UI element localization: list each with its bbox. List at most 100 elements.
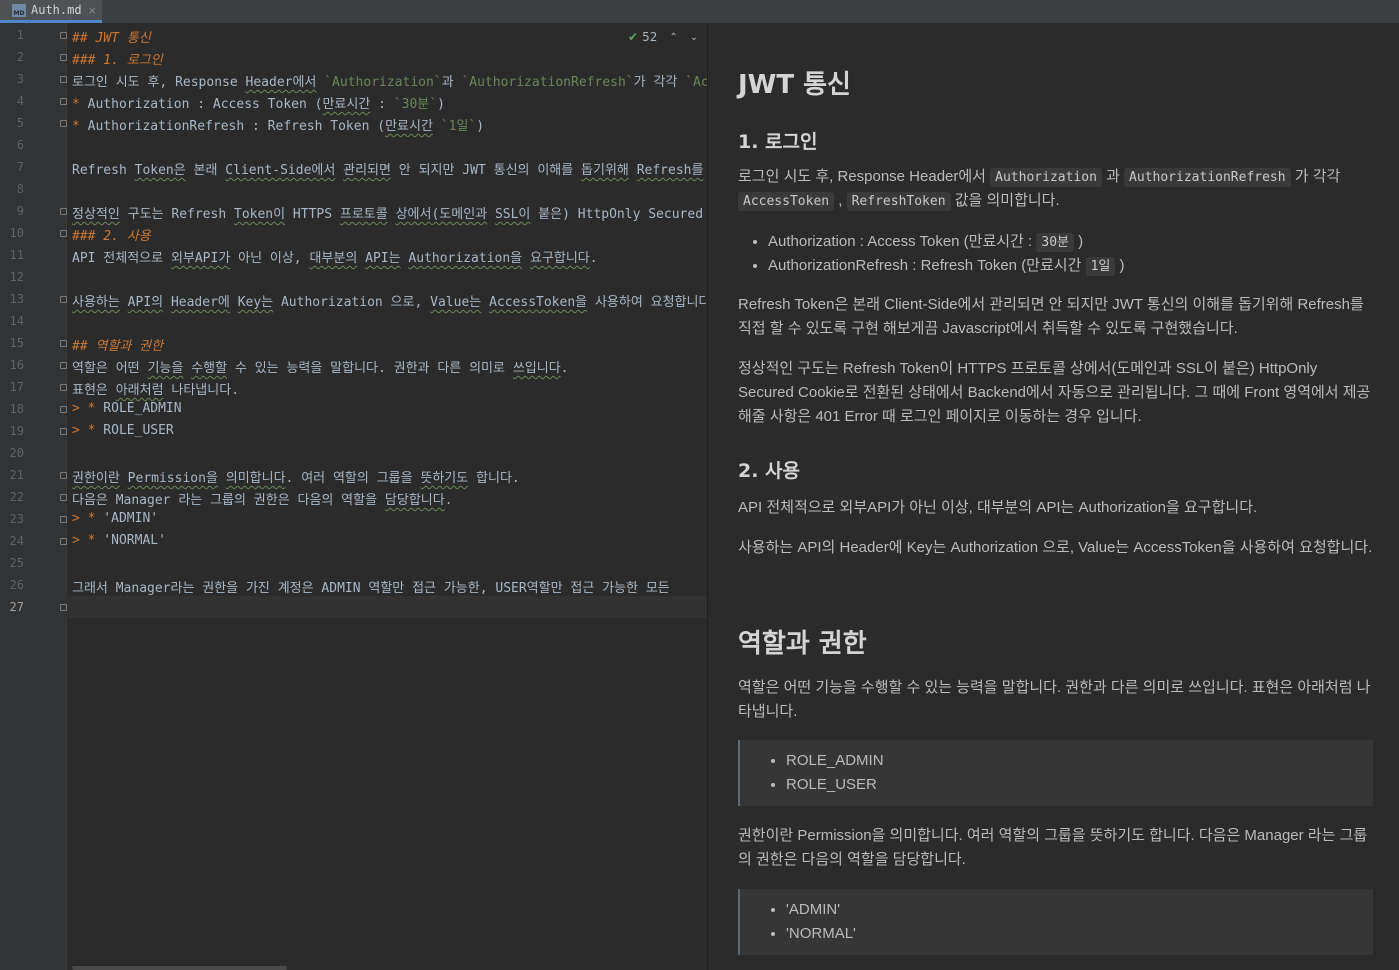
text-segment: )	[1115, 257, 1125, 274]
heading-use: 2. 사용	[738, 460, 801, 482]
line-number: 8	[16, 182, 24, 196]
fold-marker-icon[interactable]	[60, 340, 67, 347]
code-line[interactable]: Refresh Token은 본래 Client-Side에서 관리되면 안 되…	[72, 159, 707, 178]
code-line[interactable]: 로그인 시도 후, Response Header에서 `Authorizati…	[72, 71, 707, 90]
code-line[interactable]: 사용하는 API의 Header에 Key는 Authorization 으로,…	[72, 291, 707, 310]
fold-marker-icon[interactable]	[60, 538, 67, 545]
line-number: 14	[9, 314, 24, 328]
line-number: 15	[9, 336, 24, 350]
chevron-up-icon[interactable]: ⌃	[669, 32, 677, 43]
code-line[interactable]: ### 2. 사용	[72, 225, 151, 244]
text-segment: Authorization : Access Token (만료시간 :	[768, 233, 1037, 250]
list-item: AuthorizationRefresh : Refresh Token (만료…	[768, 254, 1399, 278]
fold-marker-icon[interactable]	[60, 296, 67, 303]
inspection-widget[interactable]: ✔ 52 ⌃ ⌄	[628, 30, 698, 44]
line-number: 27	[9, 600, 24, 614]
editor-tab-bar: MD Auth.md ×	[0, 0, 1399, 24]
login-list: Authorization : Access Token (만료시간 : 30분…	[738, 230, 1399, 278]
code-line[interactable]: ### 1. 로그인	[72, 49, 163, 68]
fold-marker-icon[interactable]	[60, 230, 67, 237]
fold-marker-icon[interactable]	[60, 362, 67, 369]
role-paragraph: 역할은 어떤 기능을 수행할 수 있는 능력을 말합니다. 권한과 다른 의미로…	[738, 679, 1371, 720]
text-segment: ,	[834, 192, 847, 209]
code-line[interactable]: > * ROLE_USER	[72, 423, 174, 438]
fold-marker-icon[interactable]	[60, 604, 67, 611]
close-icon[interactable]: ×	[88, 4, 97, 17]
horizontal-scrollbar[interactable]	[72, 966, 287, 970]
line-number: 6	[16, 138, 24, 152]
line-number: 23	[9, 512, 24, 526]
line-number: 25	[9, 556, 24, 570]
code-line[interactable]: API 전체적으로 외부API가 아닌 이상, 대부분의 API는 Author…	[72, 247, 598, 266]
code-line[interactable]: ## JWT 통신	[72, 27, 151, 46]
code-line[interactable]: 역할은 어떤 기능을 수행할 수 있는 능력을 말합니다. 권한과 다른 의미로…	[72, 357, 568, 376]
text-segment: 가 각각	[1290, 168, 1341, 185]
line-number: 26	[9, 578, 24, 592]
fold-marker-icon[interactable]	[60, 32, 67, 39]
tab-label: Auth.md	[31, 3, 82, 17]
line-number: 11	[9, 248, 24, 262]
heading-role: 역할과 권한	[738, 629, 867, 659]
fold-marker-icon[interactable]	[60, 516, 67, 523]
fold-marker-icon[interactable]	[60, 384, 67, 391]
line-number: 22	[9, 490, 24, 504]
inline-code: Authorization	[990, 168, 1102, 187]
heading-jwt: JWT 통신	[738, 70, 851, 100]
line-number: 4	[16, 94, 24, 108]
fold-marker-icon[interactable]	[60, 494, 67, 501]
tab-auth-md[interactable]: MD Auth.md ×	[0, 0, 102, 23]
code-line[interactable]: 표현은 아래처럼 나타냅니다.	[72, 379, 239, 398]
code-line[interactable]: > * 'ADMIN'	[72, 511, 158, 526]
inline-code: 1일	[1085, 257, 1116, 276]
line-number: 21	[9, 468, 24, 482]
code-line[interactable]: 권한이란 Permission을 의미합니다. 여러 역할의 그룹을 뜻하기도 …	[72, 467, 520, 486]
fold-marker-icon[interactable]	[60, 406, 67, 413]
login-paragraph: 로그인 시도 후, Response Header에서 Authorizatio…	[738, 165, 1373, 213]
permission-list: 'ADMIN' 'NORMAL'	[740, 898, 1373, 946]
secure-paragraph: 정상적인 구도는 Refresh Token이 HTTPS 프로토콜 상에서(도…	[738, 360, 1371, 425]
line-number: 7	[16, 160, 24, 174]
role-blockquote: ROLE_ADMIN ROLE_USER	[738, 740, 1373, 806]
code-line[interactable]: 다음은 Manager 라는 그룹의 권한은 다음의 역할을 담당합니다.	[72, 489, 453, 508]
line-number: 2	[16, 50, 24, 64]
code-line[interactable]: 정상적인 구도는 Refresh Token이 HTTPS 프로토콜 상에서(도…	[72, 203, 707, 222]
use-paragraph-1: API 전체적으로 외부API가 아닌 이상, 대부분의 API는 Author…	[738, 499, 1258, 516]
fold-marker-icon[interactable]	[60, 98, 67, 105]
line-number: 3	[16, 72, 24, 86]
line-number: 16	[9, 358, 24, 372]
role-list: ROLE_ADMIN ROLE_USER	[740, 749, 1373, 797]
code-line[interactable]: > * ROLE_ADMIN	[72, 401, 182, 416]
text-segment: 로그인 시도 후, Response Header에서	[738, 168, 991, 185]
markdown-editor[interactable]: 1 ## JWT 통신 2 ### 1. 로그인 3 로그인 시도 후, Response…	[0, 23, 707, 970]
fold-marker-icon[interactable]	[60, 428, 67, 435]
fold-marker-icon[interactable]	[60, 120, 67, 127]
line-number: 5	[16, 116, 24, 130]
permission-paragraph: 권한이란 Permission을 의미합니다. 여러 역할의 그룹을 뜻하기도 …	[738, 827, 1368, 868]
fold-marker-icon[interactable]	[60, 208, 67, 215]
check-icon: ✔	[628, 30, 639, 44]
permission-blockquote: 'ADMIN' 'NORMAL'	[738, 889, 1373, 955]
line-number: 20	[9, 446, 24, 460]
inline-code: AuthorizationRefresh	[1124, 168, 1291, 187]
line-number: 17	[9, 380, 24, 394]
fold-marker-icon[interactable]	[60, 54, 67, 61]
line-number: 12	[9, 270, 24, 284]
list-item: 'NORMAL'	[786, 922, 1373, 946]
code-line[interactable]: ## 역할과 권한	[72, 335, 163, 354]
heading-login: 1. 로그인	[738, 131, 818, 153]
inline-code: RefreshToken	[846, 192, 951, 211]
text-segment: AuthorizationRefresh : Refresh Token (만료…	[768, 257, 1086, 274]
refresh-paragraph: Refresh Token은 본래 Client-Side에서 관리되면 안 되…	[738, 296, 1364, 337]
line-number: 10	[9, 226, 24, 240]
inline-code: AccessToken	[738, 192, 835, 211]
chevron-down-icon[interactable]: ⌄	[690, 32, 698, 43]
line-number: 24	[9, 534, 24, 548]
code-line[interactable]: * Authorization : Access Token (만료시간 : `…	[72, 93, 445, 112]
line-number: 9	[16, 204, 24, 218]
code-line[interactable]: > * 'NORMAL'	[72, 533, 166, 548]
fold-marker-icon[interactable]	[60, 76, 67, 83]
code-line[interactable]: * AuthorizationRefresh : Refresh Token (…	[72, 115, 484, 134]
line-number: 19	[9, 424, 24, 438]
code-line[interactable]: 그래서 Manager라는 권한을 가진 계정은 ADMIN 역할만 접근 가능…	[72, 577, 670, 596]
fold-marker-icon[interactable]	[60, 472, 67, 479]
